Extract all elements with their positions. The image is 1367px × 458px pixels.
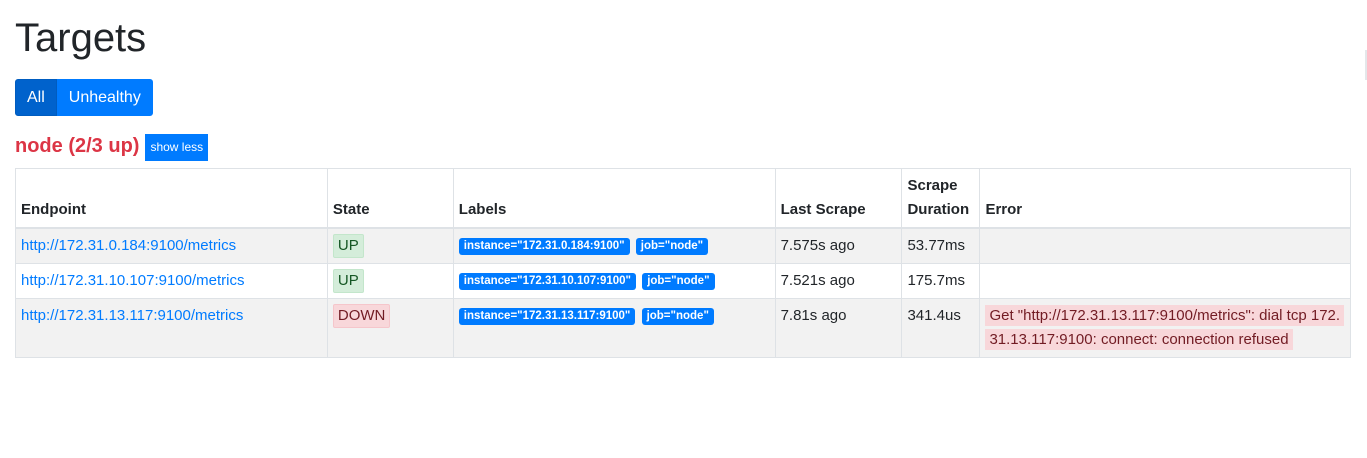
job-header: node (2/3 up) show less — [15, 131, 209, 161]
scrape-duration-cell: 341.4us — [901, 298, 981, 358]
label-badge: instance="172.31.13.117:9100" — [458, 307, 636, 325]
page-title: Targets — [15, 16, 147, 60]
error-cell: Get "http://172.31.13.117:9100/metrics":… — [979, 298, 1351, 358]
show-less-button[interactable]: show less — [145, 134, 209, 161]
last-scrape-cell: 7.575s ago — [774, 227, 903, 264]
endpoint-cell: http://172.31.13.117:9100/metrics — [15, 298, 328, 358]
state-column-header: State — [326, 168, 454, 229]
scrape-duration-cell: 175.7ms — [901, 263, 981, 299]
label-badge: instance="172.31.10.107:9100" — [458, 272, 637, 290]
state-badge: UP — [332, 269, 364, 293]
scrape-duration-column-header: Scrape Duration — [901, 168, 981, 229]
state-cell: DOWN — [326, 298, 454, 358]
error-cell — [979, 263, 1351, 299]
label-badge: instance="172.31.0.184:9100" — [458, 237, 630, 255]
error-column-header: Error — [979, 168, 1351, 229]
labels-cell: instance="172.31.0.184:9100" job="node" — [452, 227, 776, 264]
state-cell: UP — [326, 227, 454, 264]
state-cell: UP — [326, 263, 454, 299]
endpoint-cell: http://172.31.0.184:9100/metrics — [15, 227, 328, 264]
label-badge: job="node" — [635, 237, 709, 255]
filter-unhealthy-button[interactable]: Unhealthy — [56, 79, 153, 116]
table-row: http://172.31.10.107:9100/metrics UP ins… — [15, 263, 1351, 299]
filter-all-button[interactable]: All — [15, 79, 57, 116]
error-cell — [979, 227, 1351, 264]
endpoint-cell: http://172.31.10.107:9100/metrics — [15, 263, 328, 299]
label-badge: job="node" — [642, 272, 715, 290]
state-badge: UP — [332, 234, 364, 258]
last-scrape-cell: 7.81s ago — [774, 298, 903, 358]
filter-button-group: All Unhealthy — [15, 79, 153, 116]
table-header-row: Endpoint State Labels Last Scrape Scrape… — [15, 168, 1351, 229]
endpoint-link[interactable]: http://172.31.0.184:9100/metrics — [21, 237, 236, 254]
endpoint-column-header: Endpoint — [15, 168, 328, 229]
endpoint-link[interactable]: http://172.31.13.117:9100/metrics — [21, 307, 243, 324]
endpoint-link[interactable]: http://172.31.10.107:9100/metrics — [21, 272, 244, 289]
last-scrape-cell: 7.521s ago — [774, 263, 903, 299]
table-row: http://172.31.13.117:9100/metrics DOWN i… — [15, 298, 1351, 358]
scrape-duration-cell: 53.77ms — [901, 227, 981, 264]
labels-cell: instance="172.31.10.107:9100" job="node" — [452, 263, 776, 299]
labels-column-header: Labels — [452, 168, 776, 229]
table-row: http://172.31.0.184:9100/metrics UP inst… — [15, 227, 1351, 264]
job-heading[interactable]: node (2/3 up) — [15, 133, 139, 159]
error-message: Get "http://172.31.13.117:9100/metrics":… — [985, 305, 1345, 350]
last-scrape-column-header: Last Scrape — [774, 168, 903, 229]
labels-cell: instance="172.31.13.117:9100" job="node" — [452, 298, 776, 358]
state-badge: DOWN — [332, 304, 391, 328]
targets-table: Endpoint State Labels Last Scrape Scrape… — [15, 168, 1351, 358]
targets-page: Targets All Unhealthy node (2/3 up) show… — [0, 0, 1367, 458]
label-badge: job="node" — [641, 307, 714, 325]
